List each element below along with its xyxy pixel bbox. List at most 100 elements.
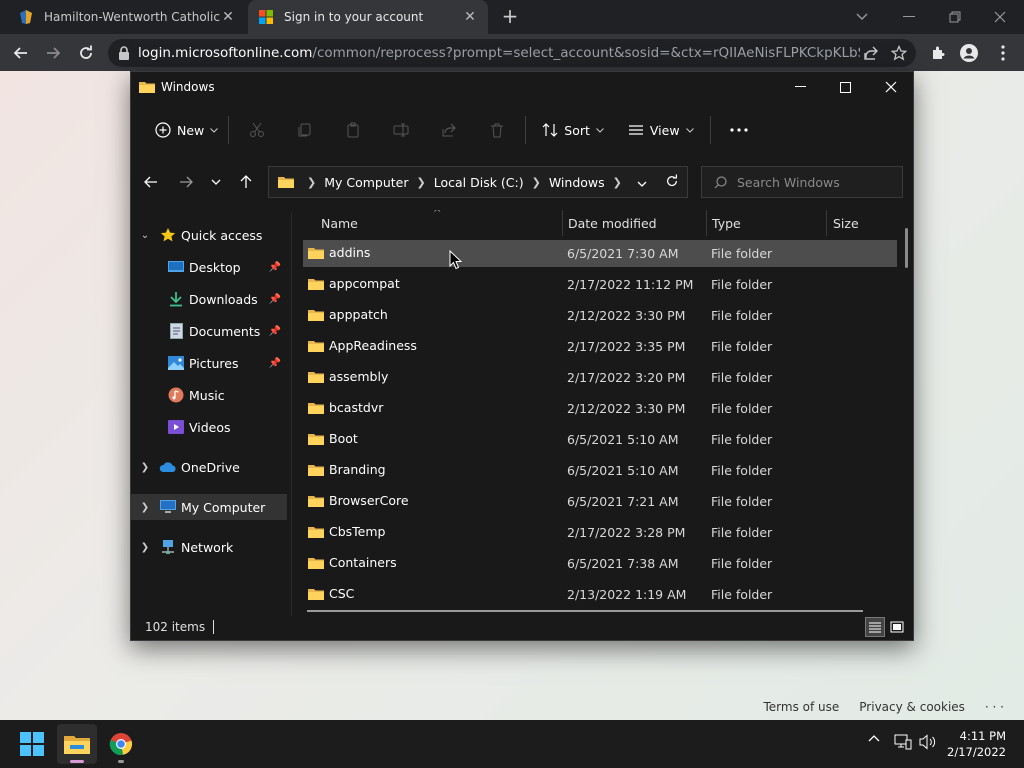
nav-music[interactable]: Music (131, 382, 287, 408)
nav-my-computer[interactable]: ❯ My Computer (131, 494, 287, 520)
search-input[interactable] (737, 174, 887, 190)
chevron-right-icon[interactable]: ❯ (307, 176, 316, 189)
column-date-modified[interactable]: Date modified (568, 216, 657, 231)
refresh-icon[interactable] (665, 174, 679, 191)
nav-videos[interactable]: Videos (131, 414, 287, 440)
back-icon[interactable] (8, 40, 34, 66)
network-tray-icon[interactable] (894, 734, 912, 750)
new-button[interactable]: New (149, 114, 224, 146)
tab-search-icon[interactable] (840, 0, 884, 34)
large-icons-view-icon[interactable] (887, 617, 907, 637)
forward-icon[interactable] (172, 168, 200, 196)
column-name[interactable]: Name (321, 216, 358, 231)
star-icon (159, 226, 177, 244)
terms-of-use-link[interactable]: Terms of use (764, 700, 840, 714)
details-view-icon[interactable] (865, 617, 885, 637)
file-row[interactable]: addins 6/5/2021 7:30 AM File folder (303, 240, 897, 267)
copy-icon[interactable] (281, 114, 329, 146)
back-icon[interactable] (137, 168, 165, 196)
breadcrumb[interactable]: ❯ My Computer ❯ Local Disk (C:) ❯ Windows ❯ (268, 166, 688, 198)
nav-downloads[interactable]: Downloads 📌 (131, 286, 287, 312)
file-row[interactable]: Branding 6/5/2021 5:10 AM File folder (303, 457, 897, 484)
column-type[interactable]: Type (712, 216, 741, 231)
pin-icon[interactable]: 📌 (269, 262, 281, 273)
breadcrumb-local-disk[interactable]: Local Disk (C:) ❯ (434, 175, 549, 190)
recent-locations-icon[interactable] (202, 168, 230, 196)
file-row[interactable]: bcastdvr 2/12/2022 3:30 PM File folder (303, 395, 897, 422)
file-row[interactable]: BrowserCore 6/5/2021 7:21 AM File folder (303, 488, 897, 515)
sort-button[interactable]: Sort (536, 114, 610, 146)
new-tab-icon[interactable]: + (500, 6, 520, 26)
more-options-link[interactable]: · · · (985, 700, 1004, 714)
close-tab-icon[interactable]: ✕ (220, 9, 236, 25)
file-row[interactable]: AppReadiness 2/17/2022 3:35 PM File folder (303, 333, 897, 360)
file-row[interactable]: CSC 2/13/2022 1:19 AM File folder (303, 581, 897, 606)
close-tab-icon[interactable]: ✕ (462, 9, 478, 25)
profile-icon[interactable] (956, 40, 982, 66)
address-bar[interactable]: login.microsoftonline.com/common/reproce… (108, 39, 916, 67)
file-date-modified: 2/13/2022 1:19 AM (567, 587, 687, 602)
rename-icon[interactable] (377, 114, 425, 146)
expand-chevron-icon[interactable]: ❯ (139, 502, 151, 513)
extensions-icon[interactable] (925, 40, 951, 66)
show-hidden-icons-chevron-icon[interactable] (868, 734, 880, 742)
tab-hamilton-wentworth[interactable]: Hamilton-Wentworth Catholic D ✕ (8, 0, 246, 34)
up-icon[interactable] (232, 168, 260, 196)
forward-icon[interactable] (40, 40, 66, 66)
search-box[interactable] (701, 166, 903, 198)
tab-sign-in[interactable]: Sign in to your account ✕ (248, 0, 488, 34)
nav-desktop[interactable]: Desktop 📌 (131, 254, 287, 280)
nav-quick-access[interactable]: ⌄ Quick access (131, 222, 287, 248)
restore-icon[interactable] (933, 0, 977, 34)
column-size[interactable]: Size (833, 216, 859, 231)
more-options-icon[interactable] (715, 114, 763, 146)
cut-icon[interactable] (233, 114, 281, 146)
nav-documents[interactable]: Documents 📌 (131, 318, 287, 344)
bookmark-star-icon[interactable] (888, 45, 910, 61)
file-row[interactable]: apppatch 2/12/2022 3:30 PM File folder (303, 302, 897, 329)
explorer-close-icon[interactable] (868, 72, 914, 102)
taskbar-clock[interactable]: 4:11 PM 2/17/2022 (947, 728, 1006, 760)
explorer-minimize-icon[interactable] (777, 72, 823, 102)
search-icon (714, 175, 727, 188)
explorer-maximize-icon[interactable] (822, 72, 868, 102)
delete-icon[interactable] (473, 114, 521, 146)
file-row[interactable]: Containers 6/5/2021 7:38 AM File folder (303, 550, 897, 577)
expand-chevron-icon[interactable]: ⌄ (139, 230, 151, 241)
volume-icon[interactable] (919, 734, 937, 750)
expand-chevron-icon[interactable]: ❯ (139, 462, 151, 473)
file-row[interactable]: Boot 6/5/2021 5:10 AM File folder (303, 426, 897, 453)
pin-icon[interactable]: 📌 (269, 326, 281, 337)
file-row[interactable]: appcompat 2/17/2022 11:12 PM File folder (303, 271, 897, 298)
file-row[interactable]: CbsTemp 2/17/2022 3:28 PM File folder (303, 519, 897, 546)
nav-pictures[interactable]: Pictures 📌 (131, 350, 287, 376)
pin-icon[interactable]: 📌 (269, 358, 281, 369)
minimize-icon[interactable] (887, 0, 931, 34)
file-type: File folder (711, 432, 773, 447)
chevron-right-icon[interactable]: ❯ (613, 176, 622, 189)
share-icon[interactable] (425, 114, 473, 146)
close-window-icon[interactable] (978, 0, 1022, 34)
nav-network[interactable]: ❯ Network (131, 534, 287, 560)
share-icon[interactable] (860, 45, 882, 61)
breadcrumb-windows[interactable]: Windows ❯ (549, 175, 630, 190)
view-button[interactable]: View (622, 114, 700, 146)
chrome-taskbar-icon[interactable] (101, 724, 141, 764)
paste-icon[interactable] (329, 114, 377, 146)
file-row[interactable]: assembly 2/17/2022 3:20 PM File folder (303, 364, 897, 391)
breadcrumb-my-computer[interactable]: My Computer ❯ (324, 175, 434, 190)
start-windows-icon[interactable] (12, 724, 52, 764)
more-menu-icon[interactable] (990, 40, 1016, 66)
chevron-right-icon[interactable]: ❯ (532, 176, 541, 189)
privacy-cookies-link[interactable]: Privacy & cookies (859, 700, 965, 714)
address-history-icon[interactable] (637, 175, 647, 190)
horizontal-scrollbar[interactable] (307, 610, 863, 612)
expand-chevron-icon[interactable]: ❯ (139, 542, 151, 553)
file-explorer-taskbar-icon[interactable] (57, 724, 97, 764)
pane-splitter[interactable] (291, 212, 292, 616)
vertical-scrollbar[interactable] (905, 228, 908, 268)
nav-onedrive[interactable]: ❯ OneDrive (131, 454, 287, 480)
chevron-right-icon[interactable]: ❯ (417, 176, 426, 189)
pin-icon[interactable]: 📌 (269, 294, 281, 305)
reload-icon[interactable] (73, 40, 99, 66)
